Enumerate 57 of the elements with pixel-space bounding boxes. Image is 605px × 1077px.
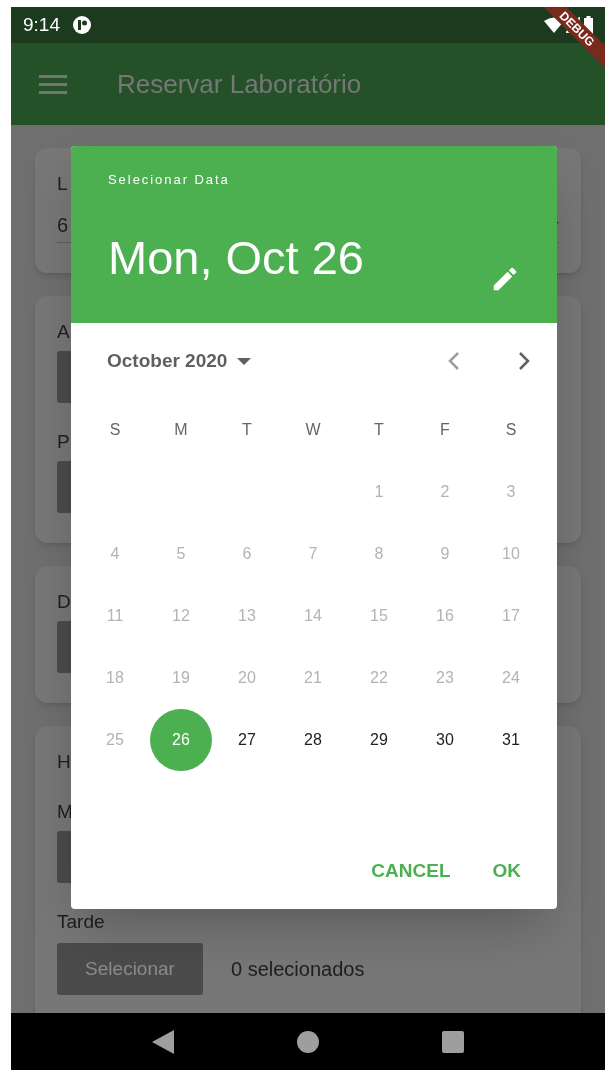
calendar-day: 24 bbox=[480, 647, 542, 709]
weekday-label: S bbox=[109, 420, 121, 440]
field-label: L bbox=[57, 173, 68, 195]
calendar-day: 20 bbox=[216, 647, 278, 709]
calendar-day: 11 bbox=[84, 585, 146, 647]
calendar-day[interactable]: 28 bbox=[282, 709, 344, 771]
weekday-label: T bbox=[374, 420, 384, 440]
calendar-day[interactable]: 29 bbox=[348, 709, 410, 771]
weekday-label: T bbox=[242, 420, 252, 440]
next-month-icon[interactable] bbox=[517, 351, 531, 371]
calendar-day[interactable]: 27 bbox=[216, 709, 278, 771]
calendar-day: 6 bbox=[216, 523, 278, 585]
calendar-day: 22 bbox=[348, 647, 410, 709]
calendar-day: 16 bbox=[414, 585, 476, 647]
weekday-label: F bbox=[440, 420, 450, 440]
calendar-day: 23 bbox=[414, 647, 476, 709]
calendar-day: 17 bbox=[480, 585, 542, 647]
field-label: Tarde bbox=[57, 911, 105, 933]
calendar-day: 19 bbox=[150, 647, 212, 709]
field-label: A bbox=[57, 321, 70, 343]
calendar-day[interactable]: 31 bbox=[480, 709, 542, 771]
status-time: 9:14 bbox=[23, 12, 60, 37]
calendar-day: 7 bbox=[282, 523, 344, 585]
home-icon[interactable] bbox=[297, 1030, 319, 1053]
app-title: Reservar Laboratório bbox=[117, 67, 362, 101]
weekday-label: S bbox=[505, 420, 517, 440]
calendar-day: 1 bbox=[348, 461, 410, 523]
field-label: H bbox=[57, 751, 71, 773]
calendar-day: 21 bbox=[282, 647, 344, 709]
calendar-day: 4 bbox=[84, 523, 146, 585]
dropdown-caret-icon bbox=[237, 357, 252, 365]
field-label: D bbox=[57, 591, 71, 613]
calendar-day: 3 bbox=[480, 461, 542, 523]
calendar-day[interactable]: 30 bbox=[414, 709, 476, 771]
previous-month-icon[interactable] bbox=[447, 351, 461, 371]
calendar-day: 18 bbox=[84, 647, 146, 709]
field-label: M bbox=[57, 801, 73, 823]
back-icon[interactable] bbox=[152, 1029, 175, 1054]
dialog-header-label: Selecionar Data bbox=[108, 171, 231, 189]
weekday-label: M bbox=[174, 420, 188, 440]
calendar-day: 12 bbox=[150, 585, 212, 647]
app-notification-icon bbox=[72, 15, 92, 35]
calendar-day: 13 bbox=[216, 585, 278, 647]
month-year-selector[interactable]: October 2020 bbox=[107, 346, 252, 376]
calendar-day: 2 bbox=[414, 461, 476, 523]
calendar-day: 14 bbox=[282, 585, 344, 647]
calendar-day: 25 bbox=[84, 709, 146, 771]
selected-count: 0 selecionados bbox=[231, 957, 365, 982]
calendar-day: 5 bbox=[150, 523, 212, 585]
recents-icon[interactable] bbox=[441, 1030, 464, 1053]
calendar-day: 9 bbox=[414, 523, 476, 585]
calendar-day: 10 bbox=[480, 523, 542, 585]
selected-date: Mon, Oct 26 bbox=[108, 233, 364, 281]
calendar-day: 8 bbox=[348, 523, 410, 585]
field-label: P bbox=[57, 431, 70, 453]
calendar-day: 15 bbox=[348, 585, 410, 647]
weekday-label: W bbox=[305, 420, 321, 440]
